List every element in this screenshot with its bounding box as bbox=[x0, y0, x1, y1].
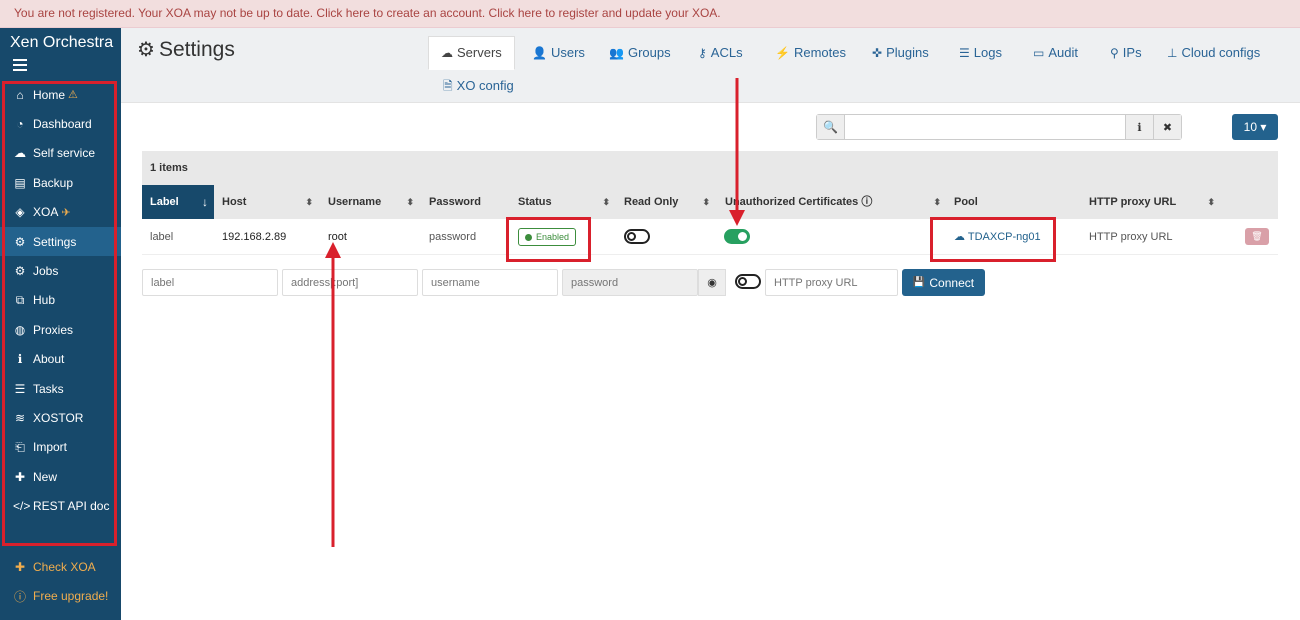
show-password-icon[interactable]: ◉ bbox=[698, 269, 726, 296]
cell-host[interactable]: 192.168.2.89 bbox=[214, 219, 286, 255]
file-icon: 🗎 bbox=[443, 79, 453, 93]
search-input[interactable] bbox=[845, 115, 1125, 139]
search-filter: 🔍 ℹ ✖ bbox=[816, 114, 1182, 140]
sidebar-highlight bbox=[2, 81, 117, 546]
column-pool: Pool bbox=[954, 196, 978, 208]
clear-filter-icon[interactable]: ✖ bbox=[1153, 115, 1181, 139]
column-username[interactable]: Username ⬍ bbox=[320, 185, 420, 219]
servers-table: 1 items Label ↓ Host ⬍ Username ⬍ Password … bbox=[142, 151, 1278, 255]
info-circle-icon: ⓘ bbox=[13, 589, 26, 604]
sort-icon: ⬍ bbox=[702, 197, 710, 207]
key-icon: ⚷ bbox=[698, 46, 707, 60]
tab-cloud-configs[interactable]: ⊥ Cloud configs bbox=[1167, 38, 1260, 68]
connect-button[interactable]: 💾 Connect bbox=[902, 269, 985, 296]
status-highlight bbox=[506, 217, 591, 262]
sort-icon: ⬍ bbox=[305, 197, 313, 207]
thumb-tack-icon: ⊥ bbox=[1167, 46, 1178, 60]
users-icon: 👥 bbox=[609, 46, 624, 60]
table-row: label 192.168.2.89 root password Enabled… bbox=[142, 219, 1278, 255]
new-server-form: ◉ 💾Connect bbox=[142, 269, 992, 296]
column-host[interactable]: Host ⬍ bbox=[214, 185, 319, 219]
plug-icon: ⚡ bbox=[775, 46, 790, 60]
sidebar-item-free-upgrade[interactable]: ⓘ Free upgrade! bbox=[0, 581, 121, 610]
user-icon: 👤 bbox=[532, 46, 547, 60]
tab-acls[interactable]: ⚷ ACLs bbox=[698, 38, 743, 68]
username-field[interactable] bbox=[422, 269, 558, 296]
info-icon[interactable]: ⓘ bbox=[861, 196, 872, 208]
read-only-toggle[interactable] bbox=[624, 229, 650, 244]
column-http-proxy-url[interactable]: HTTP proxy URL ⬍ bbox=[1081, 185, 1221, 219]
address-field[interactable] bbox=[282, 269, 418, 296]
tab-servers[interactable]: ☁ Servers bbox=[428, 36, 515, 70]
page-header: ⚙ Settings ☁ Servers 👤 Users 👥 Groups ⚷ ACLs … bbox=[121, 28, 1300, 103]
sidebar-item-label: Check XOA bbox=[33, 559, 96, 574]
page-title: ⚙ Settings bbox=[137, 37, 235, 62]
sort-icon: ⬍ bbox=[1207, 197, 1215, 207]
cell-password[interactable]: password bbox=[421, 219, 476, 255]
map-marker-icon: ⚲ bbox=[1110, 46, 1119, 60]
arrow-down-annotation bbox=[729, 78, 745, 226]
tab-remotes[interactable]: ⚡ Remotes bbox=[775, 38, 846, 68]
items-per-page-dropdown[interactable]: 10 ▾ bbox=[1232, 114, 1278, 140]
sort-desc-icon: ↓ bbox=[202, 195, 208, 209]
column-read-only[interactable]: Read Only ⬍ bbox=[616, 185, 716, 219]
read-only-toggle-new[interactable] bbox=[735, 274, 761, 289]
column-password: Password bbox=[429, 196, 481, 208]
medkit-icon: ✚ bbox=[14, 559, 26, 574]
tab-ips[interactable]: ⚲ IPs bbox=[1110, 38, 1142, 68]
sort-icon: ⬍ bbox=[602, 197, 610, 207]
arrow-up-annotation bbox=[325, 242, 341, 547]
column-status[interactable]: Status ⬍ bbox=[510, 185, 616, 219]
table-header: Label ↓ Host ⬍ Username ⬍ Password Status ⬍ … bbox=[142, 185, 1278, 219]
items-count: 1 items bbox=[142, 151, 1278, 185]
unauthorized-certificates-toggle[interactable] bbox=[724, 229, 750, 244]
trash-icon: 🗑 bbox=[1251, 231, 1263, 241]
column-label[interactable]: Label ↓ bbox=[142, 185, 214, 219]
info-icon[interactable]: ℹ bbox=[1125, 115, 1153, 139]
registration-banner[interactable]: You are not registered. Your XOA may not… bbox=[0, 0, 1300, 28]
sort-icon: ⬍ bbox=[406, 197, 414, 207]
sidebar-extra: ✚ Check XOA ⓘ Free upgrade! bbox=[0, 552, 121, 611]
tab-audit[interactable]: ▭ Audit bbox=[1033, 38, 1078, 68]
tab-logs[interactable]: ☰ Logs bbox=[959, 38, 1002, 68]
list-icon: ☰ bbox=[959, 46, 970, 60]
password-field[interactable] bbox=[562, 269, 698, 296]
window-icon: ▭ bbox=[1033, 46, 1045, 60]
save-icon: 💾 bbox=[912, 277, 926, 288]
sort-icon: ⬍ bbox=[933, 197, 941, 207]
gear-icon: ⚙ bbox=[137, 39, 155, 61]
search-icon: 🔍 bbox=[817, 115, 845, 139]
delete-button[interactable]: 🗑 bbox=[1245, 228, 1269, 245]
http-proxy-field[interactable] bbox=[765, 269, 898, 296]
sidebar-item-label: Free upgrade! bbox=[33, 589, 109, 604]
tab-xo-config[interactable]: 🗎 XO config bbox=[443, 71, 514, 101]
sidebar-item-check-xoa[interactable]: ✚ Check XOA bbox=[0, 552, 121, 581]
puzzle-icon: ✜ bbox=[872, 46, 883, 60]
cell-http-proxy[interactable]: HTTP proxy URL bbox=[1081, 219, 1173, 255]
tab-groups[interactable]: 👥 Groups bbox=[609, 38, 671, 68]
brand-title[interactable]: Xen Orchestra bbox=[10, 34, 113, 52]
cell-label[interactable]: label bbox=[142, 219, 173, 255]
cloud-icon: ☁ bbox=[441, 46, 453, 60]
tab-plugins[interactable]: ✜ Plugins bbox=[872, 38, 929, 68]
tab-users[interactable]: 👤 Users bbox=[532, 38, 585, 68]
pool-highlight bbox=[930, 217, 1056, 262]
menu-icon[interactable] bbox=[13, 59, 27, 71]
column-unauthorized-certificates[interactable]: Unauthorized Certificates ⓘ ⬍ bbox=[717, 185, 947, 219]
label-field[interactable] bbox=[142, 269, 278, 296]
